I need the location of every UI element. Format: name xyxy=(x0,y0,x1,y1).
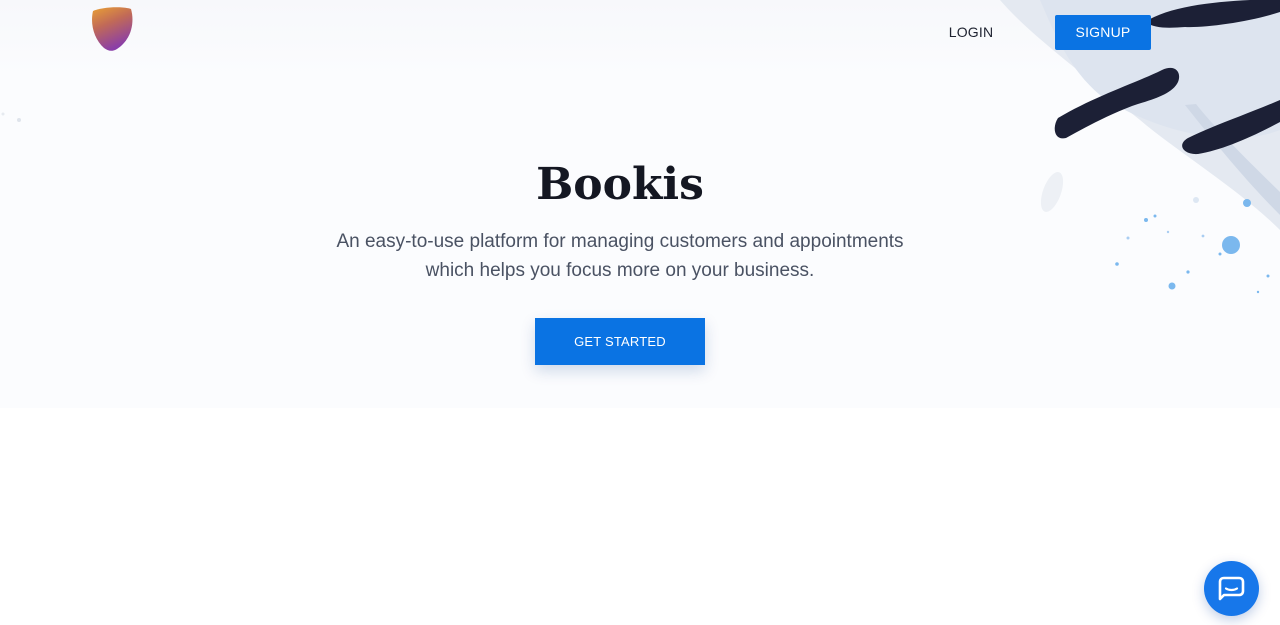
login-link[interactable]: LOGIN xyxy=(940,22,1002,42)
dot-decoration xyxy=(1,112,21,122)
landing-page: LOGIN SIGNUP Bookis An easy-to-use platf… xyxy=(0,0,1280,625)
shield-gradient-logo-icon[interactable] xyxy=(90,6,134,52)
hero-subtitle-line-1: An easy-to-use platform for managing cus… xyxy=(336,231,904,252)
get-started-button[interactable]: GET STARTED xyxy=(535,318,705,365)
signup-button[interactable]: SIGNUP xyxy=(1055,15,1151,50)
chat-widget-button[interactable] xyxy=(1204,561,1259,616)
hero-title: Bookis xyxy=(536,159,704,210)
hero-subtitle-line-2: which helps you focus more on your busin… xyxy=(425,260,815,281)
hero-subtitle: An easy-to-use platform for managing cus… xyxy=(310,227,930,285)
chat-bubble-icon xyxy=(1218,576,1245,601)
